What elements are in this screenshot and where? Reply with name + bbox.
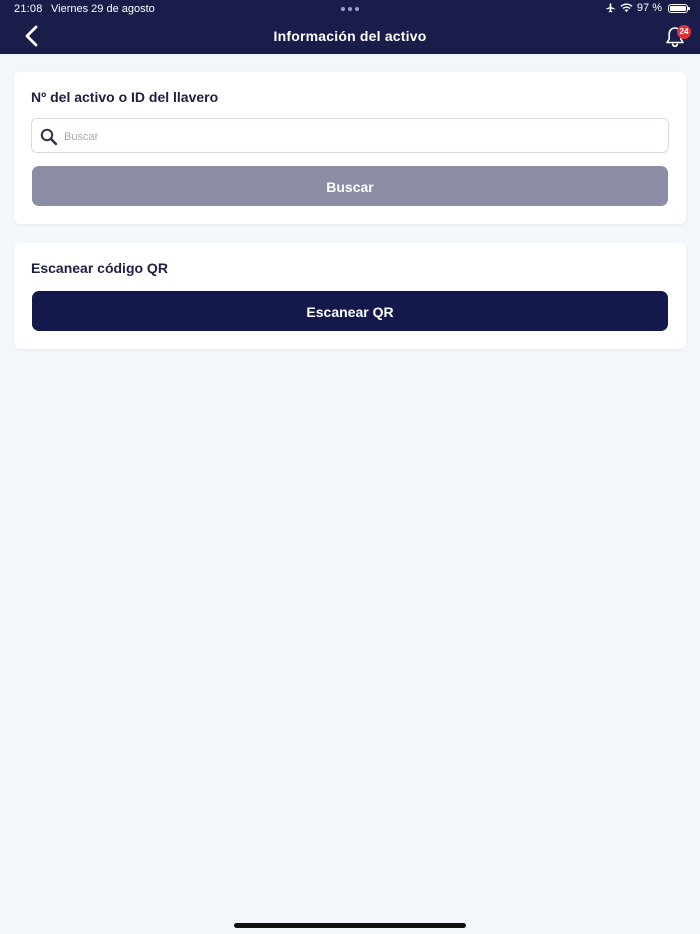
search-input[interactable] xyxy=(62,119,666,154)
search-button[interactable]: Buscar xyxy=(32,166,668,206)
qr-scan-card: Escanear código QR Escanear QR xyxy=(14,243,686,349)
multitasking-dots-icon[interactable] xyxy=(341,7,359,11)
airplane-icon xyxy=(606,3,615,13)
app-header: 21:08 Viernes 29 de agosto 97 % Informac… xyxy=(0,0,700,54)
home-indicator[interactable] xyxy=(234,923,466,928)
notification-badge: 24 xyxy=(677,25,691,39)
status-indicators: 97 % xyxy=(605,2,690,14)
wifi-icon xyxy=(620,3,633,13)
asset-search-card: Nº del activo o ID del llavero Buscar xyxy=(14,72,686,224)
asset-search-title: Nº del activo o ID del llavero xyxy=(31,89,219,105)
page-title: Información del activo xyxy=(273,28,427,44)
notifications-button[interactable]: 24 xyxy=(664,25,692,49)
battery-icon xyxy=(668,3,690,13)
qr-scan-title: Escanear código QR xyxy=(31,260,168,276)
scan-qr-button[interactable]: Escanear QR xyxy=(32,291,668,331)
status-date: Viernes 29 de agosto xyxy=(51,3,155,15)
search-field[interactable] xyxy=(31,118,669,154)
status-time: 21:08 xyxy=(14,3,43,15)
search-icon xyxy=(40,128,58,146)
battery-percent: 97 % xyxy=(636,2,662,14)
